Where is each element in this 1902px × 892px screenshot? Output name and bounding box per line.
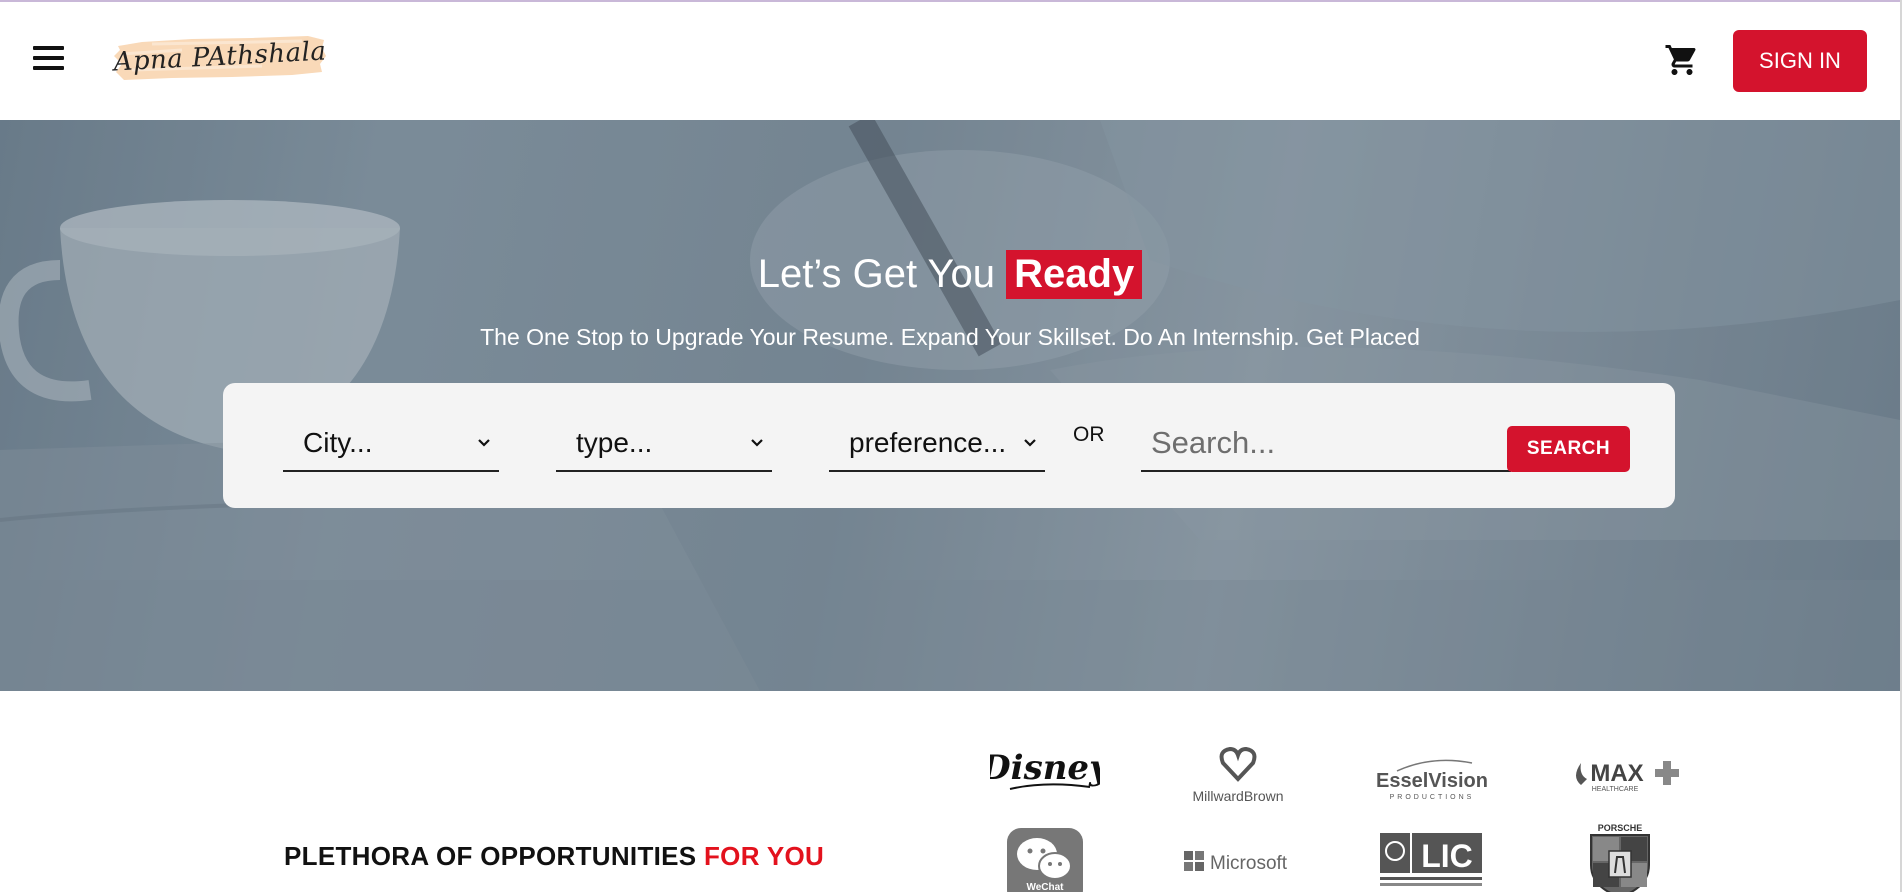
millward-brown-logo: MillwardBrown [1183,741,1293,806]
hero-title-text: Let’s Get You [757,252,996,296]
opportunities-heading: PLETHORA OF OPPORTUNITIES FOR YOU [284,841,824,872]
chevron-down-icon [751,439,763,447]
preference-select[interactable]: preference... [829,416,1045,472]
svg-text:EsselVision: EsselVision [1377,770,1487,792]
svg-text:MillwardBrown: MillwardBrown [1192,788,1283,804]
site-logo[interactable]: Apna PAthshala [112,32,328,82]
esselvision-logo: EsselVision PRODUCTIONS [1377,741,1487,806]
chevron-down-icon [1024,439,1036,447]
svg-text:Microsoft: Microsoft [1210,853,1288,874]
hero-title: Let’s Get You Ready [0,250,1900,299]
disney-logo: Disney [990,741,1100,801]
lic-logo: LIC [1378,831,1484,891]
svg-text:MAX: MAX [1590,760,1643,787]
svg-text:PRODUCTIONS: PRODUCTIONS [1390,794,1475,801]
city-select-value: City... [303,427,373,458]
hamburger-menu-icon[interactable] [33,46,64,70]
opportunities-section: PLETHORA OF OPPORTUNITIES FOR YOU Disney… [0,691,1900,892]
shopping-cart-icon[interactable] [1664,42,1700,78]
search-input[interactable] [1141,415,1511,472]
sign-in-button[interactable]: SIGN IN [1733,30,1867,92]
chevron-down-icon [478,439,490,447]
or-separator: OR [1073,423,1105,446]
page: Apna PAthshala SIGN IN Let’s Get You Rea… [0,0,1902,892]
max-healthcare-logo: MAX HEALTHCARE [1567,741,1682,806]
hero-title-highlight: Ready [1006,250,1143,299]
svg-text:WeChat: WeChat [1026,882,1064,892]
svg-text:LIC: LIC [1421,838,1473,874]
preference-select-value: preference... [849,427,1007,458]
type-select[interactable]: type... [556,416,772,472]
opportunities-heading-highlight: FOR YOU [703,841,825,871]
wechat-logo: WeChat [1005,826,1085,892]
navbar: Apna PAthshala SIGN IN [0,2,1900,120]
svg-text:HEALTHCARE: HEALTHCARE [1592,786,1639,793]
porsche-logo: PORSCHE [1585,821,1655,892]
search-button[interactable]: SEARCH [1507,426,1630,472]
type-select-value: type... [576,427,653,458]
hero-banner: Let’s Get You Ready The One Stop to Upgr… [0,120,1900,691]
opportunities-heading-text: PLETHORA OF OPPORTUNITIES [284,841,697,871]
svg-text:PORSCHE: PORSCHE [1598,823,1643,833]
hero-subtitle: The One Stop to Upgrade Your Resume. Exp… [480,324,1420,350]
city-select[interactable]: City... [283,416,499,472]
svg-text:Disney: Disney [990,748,1100,788]
microsoft-logo: Microsoft [1180,841,1300,881]
search-panel: City... type... preference... OR SEARCH [223,383,1675,508]
